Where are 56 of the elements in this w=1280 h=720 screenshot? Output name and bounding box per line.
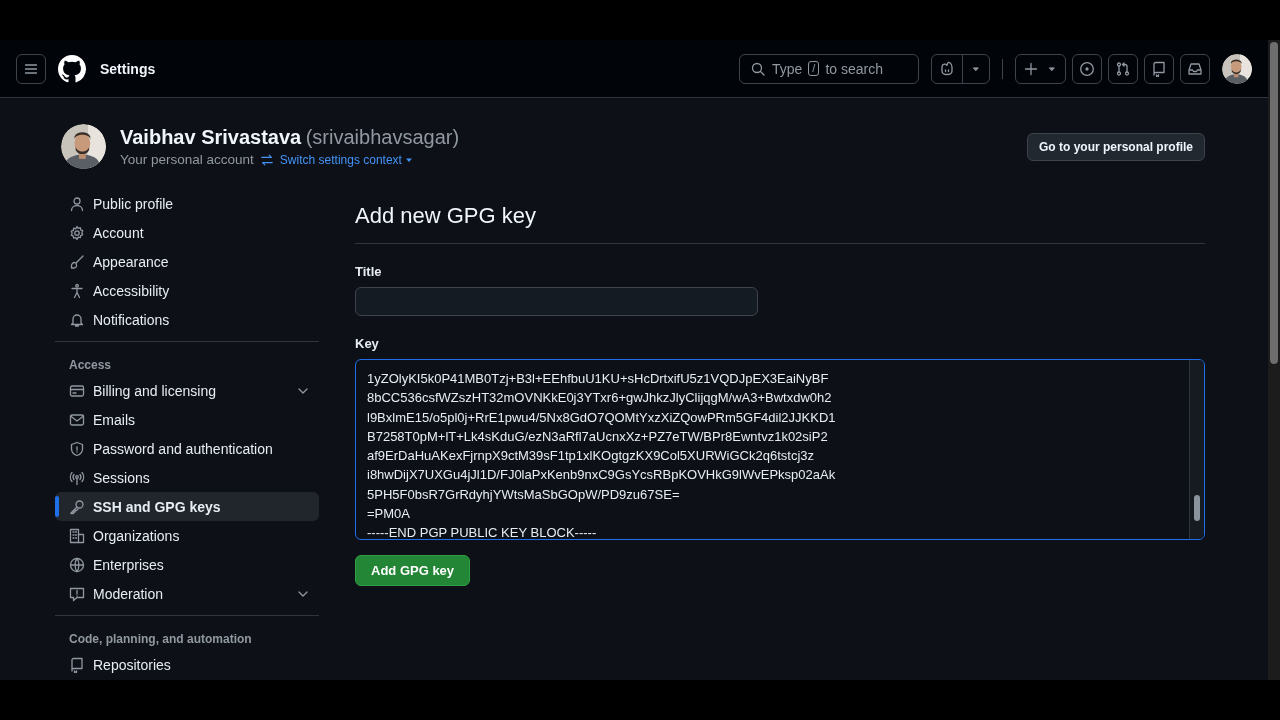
report-icon [69, 585, 85, 602]
paintbrush-icon [69, 253, 85, 270]
sidebar-item[interactable]: Repositories [55, 650, 319, 679]
envelope-icon [69, 411, 85, 428]
logo-icon[interactable] [58, 54, 86, 83]
sidebar-item[interactable]: Public profile [55, 189, 319, 218]
shield-icon [69, 440, 85, 457]
add-key-button[interactable]: Add GPG key [355, 555, 471, 586]
sidebar-item[interactable]: SSH and GPG keys [55, 492, 319, 521]
inbox-icon [1187, 60, 1203, 77]
search-icon [750, 60, 766, 77]
section-heading: Access [68, 357, 113, 374]
repo-icon [1151, 60, 1167, 77]
field-label: Title [355, 264, 382, 279]
field-label: Key [355, 336, 379, 351]
gear-icon [69, 224, 85, 241]
search-field[interactable]: Type / to search [739, 53, 919, 84]
scrollbar[interactable] [1268, 40, 1280, 680]
credit-card-icon [69, 382, 85, 399]
menu-button[interactable] [16, 53, 46, 84]
title-field[interactable] [355, 287, 758, 316]
sidebar-item[interactable]: Billing and licensing [55, 376, 319, 405]
switch-arrows-icon [259, 152, 274, 167]
inbox-button[interactable] [1180, 53, 1210, 84]
sidebar-item[interactable]: Notifications [55, 305, 319, 334]
globe-icon [69, 556, 85, 573]
pull-request-icon [1115, 60, 1131, 77]
key-field[interactable]: 1yZOlyKI5k0P41MB0Tzj+B3l+EEhfbuU1KU+sHcDrtxifU5z1VQDJpEX3EaiNyBF 8bCC536csfWZszHT32mOVNKkE0j3YTxr6+gwJhkzJlyClijqgM/wA3+Bwtxdw0h2 l9BxlmE15/o5pl0j+RrE1pwu4/5Nx8GdO7QOMtYxzXiZQowPRm5GF4dil2JJKKD1 B7258T0pM+lT+Lk4sKduG/ezN3aRfl7aUcnxXz+PZ7eTW/BPr8Ewntvz1k02siP2 af9ErDaHuAKexFjrnpX9ctM39sF1tp1xlKOgtgzKX9Col5XURWiGCk2q6tstcj3z i8hwDijX7UXGu4jJl1D/FJ0laPxKenb9nxC9GsYcsRBpKOVHkG9lWvEPksp02aAk 5PH5F0bsR7GrRdyhjYWtsMaSbGOpW/PD9zu67SE= =PM0A -----END PGP PUBLIC KEY BLOCK----- [355, 359, 1205, 540]
person-icon [69, 195, 85, 212]
sidebar-item[interactable]: Organizations [55, 521, 319, 550]
plus-icon [1023, 60, 1039, 77]
form-heading: Add new GPG key [355, 203, 1205, 244]
sidebar-item[interactable]: Accessibility [55, 276, 319, 305]
bell-icon [69, 311, 85, 328]
building-icon [69, 527, 85, 544]
section-heading: Code, planning, and automation [68, 631, 253, 648]
page-title: Settings [100, 60, 156, 77]
pull-requests-button[interactable] [1108, 53, 1138, 84]
sidebar-item[interactable]: Password and authentication [55, 434, 319, 463]
personal-profile-button[interactable]: Go to your personal profile [1027, 132, 1205, 161]
sidebar-item[interactable]: Emails [55, 405, 319, 434]
accessibility-icon [69, 282, 85, 299]
repositories-button[interactable] [1144, 53, 1174, 84]
sidebar-item[interactable]: Enterprises [55, 550, 319, 579]
sidebar-item[interactable]: Account [55, 218, 319, 247]
broadcast-icon [69, 469, 85, 486]
account-subtitle: Your personal account [120, 152, 254, 167]
sidebar-item[interactable]: Moderation [55, 579, 319, 608]
issue-icon [1079, 60, 1095, 77]
key-icon [69, 498, 85, 515]
sidebar-item[interactable]: Appearance [55, 247, 319, 276]
repo-icon [69, 656, 85, 673]
sidebar-item[interactable]: Sessions [55, 463, 319, 492]
switch-context-link[interactable]: Switch settings context [279, 152, 413, 167]
account-name: Vaibhav Srivastava (srivaibhavsagar) [120, 126, 460, 149]
issues-button[interactable] [1072, 53, 1102, 84]
